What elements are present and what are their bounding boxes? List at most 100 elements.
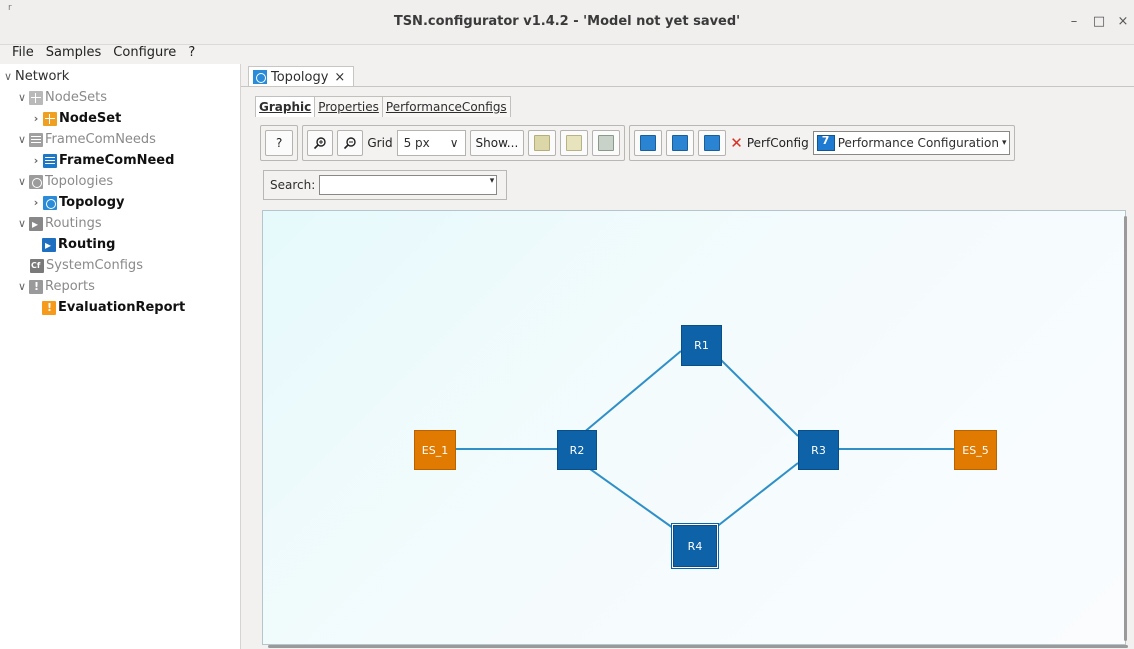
minimize-button[interactable]: – <box>1064 12 1084 32</box>
menu-samples[interactable]: Samples <box>38 44 106 62</box>
node-r1[interactable]: R1 <box>681 325 722 366</box>
help-button[interactable]: ? <box>265 130 294 156</box>
link-r1-r3[interactable] <box>719 358 799 437</box>
layout-rows-button[interactable] <box>592 130 621 156</box>
tree-item-framecomneeds[interactable]: ∨ FrameComNeeds <box>16 130 156 150</box>
performance-config-value: Performance Configuration <box>837 136 999 150</box>
link-r2-r1[interactable] <box>575 350 682 440</box>
tab-topology[interactable]: Topology × <box>248 66 355 87</box>
routing-icon <box>42 235 56 255</box>
topology-canvas[interactable]: R1 R2 R3 R4 ES_1 ES_5 <box>262 210 1126 645</box>
menu-help[interactable]: ? <box>180 44 199 62</box>
node-es5[interactable]: ES_5 <box>954 430 997 470</box>
tree-item-network[interactable]: ∨ Network <box>2 67 69 87</box>
ms-icon <box>704 135 721 151</box>
graphic-toolbar: ? Grid 5 px ∨ Show... ✕ PerfConfig 7 Per… <box>260 125 1019 161</box>
close-button[interactable]: × <box>1113 12 1133 32</box>
tree-item-reports[interactable]: ∨ Reports <box>16 277 95 297</box>
chevron-down-icon[interactable]: ∨ <box>2 67 14 87</box>
vertical-scrollbar[interactable] <box>1124 216 1127 641</box>
nodeset-icon <box>43 112 57 126</box>
tree-item-systemconfigs[interactable]: SystemConfigs <box>30 256 143 276</box>
framecomneed-icon <box>29 133 43 147</box>
node-r2[interactable]: R2 <box>557 430 597 470</box>
tab-properties[interactable]: Properties <box>315 97 383 117</box>
tree-item-framecomneed[interactable]: › FrameComNeed <box>30 151 174 171</box>
tree-item-label: EvaluationReport <box>58 300 186 315</box>
zoom-in-icon <box>314 137 327 150</box>
ms-button[interactable] <box>698 130 727 156</box>
tree-item-label: Routings <box>45 216 102 231</box>
editor-subtabs: Graphic Properties PerformanceConfigs <box>255 96 511 117</box>
tab-performanceconfigs[interactable]: PerformanceConfigs <box>382 97 510 117</box>
tree-item-label: NodeSets <box>45 90 108 105</box>
grid-size-value: 5 px <box>403 136 430 150</box>
node-es1[interactable]: ES_1 <box>414 430 456 470</box>
maximize-button[interactable]: □ <box>1089 12 1109 32</box>
arrange-button[interactable] <box>634 130 663 156</box>
performance-config-select[interactable]: Performance Configuration ▾ <box>812 131 1011 155</box>
window-corner-mark: r <box>8 3 12 13</box>
arrange-icon <box>640 135 657 151</box>
topology-icon <box>43 196 57 210</box>
tree-item-label: Topologies <box>45 174 114 189</box>
tree-item-label: FrameComNeeds <box>45 132 156 147</box>
tree-item-label: Topology <box>59 195 125 210</box>
grid-size-select[interactable]: 5 px ∨ <box>396 130 466 156</box>
horizontal-scrollbar[interactable] <box>268 645 1128 648</box>
connect-icon <box>672 135 689 151</box>
connect-button[interactable] <box>666 130 695 156</box>
close-icon[interactable]: × <box>334 70 345 85</box>
menu-file[interactable]: File <box>0 44 38 62</box>
tree-item-label: SystemConfigs <box>46 258 143 273</box>
search-label: Search: <box>270 178 316 192</box>
chevron-right-icon[interactable]: › <box>30 109 42 129</box>
zoom-out-icon <box>344 137 357 150</box>
framecomneed-icon <box>43 154 57 168</box>
zoom-out-button[interactable] <box>337 130 364 156</box>
help-group: ? <box>260 125 299 161</box>
grid-label: Grid <box>367 136 393 150</box>
chevron-down-icon: ∨ <box>449 136 459 150</box>
tab-divider <box>241 86 1134 87</box>
chevron-down-icon[interactable]: ∨ <box>16 130 28 150</box>
delete-icon[interactable]: ✕ <box>730 134 743 152</box>
tab-graphic[interactable]: Graphic <box>256 97 316 117</box>
tree-item-topology[interactable]: › Topology <box>30 193 124 213</box>
chevron-down-icon[interactable]: ∨ <box>16 214 28 234</box>
tree-item-nodeset[interactable]: › NodeSet <box>30 109 121 129</box>
layout-grid-button[interactable] <box>528 130 557 156</box>
dropdown-arrow-icon[interactable]: ▾ <box>490 176 495 186</box>
nodeset-icon <box>29 91 43 105</box>
link-r4-r3[interactable] <box>714 462 799 529</box>
tree-item-topologies[interactable]: ∨ Topologies <box>16 172 113 192</box>
tree-item-routings[interactable]: ∨ Routings <box>16 214 102 234</box>
node-r3[interactable]: R3 <box>798 430 839 470</box>
title-bar: r TSN.configurator v1.4.2 - 'Model not y… <box>0 0 1134 45</box>
menu-configure[interactable]: Configure <box>105 44 180 62</box>
chevron-down-icon[interactable]: ∨ <box>16 88 28 108</box>
perfconfig-label: PerfConfig <box>746 136 809 150</box>
tree-item-nodesets[interactable]: ∨ NodeSets <box>16 88 107 108</box>
chevron-right-icon[interactable]: › <box>30 193 42 213</box>
dropdown-arrow-icon: ▾ <box>1001 138 1007 148</box>
tree-item-routing[interactable]: Routing <box>42 235 115 255</box>
node-r4[interactable]: R4 <box>673 525 717 567</box>
zoom-in-button[interactable] <box>307 130 334 156</box>
config-group: ✕ PerfConfig Performance Configuration ▾ <box>629 125 1016 161</box>
search-input[interactable]: ▾ <box>319 175 498 195</box>
tree-item-label: Routing <box>58 237 116 252</box>
view-group: Grid 5 px ∨ Show... <box>302 125 626 161</box>
chevron-down-icon[interactable]: ∨ <box>16 277 28 297</box>
show-button[interactable]: Show... <box>469 130 525 156</box>
layout-list-button[interactable] <box>560 130 589 156</box>
chevron-right-icon[interactable]: › <box>30 151 42 171</box>
systemconfig-icon <box>30 256 44 276</box>
menu-bar: File Samples Configure ? <box>0 44 1134 62</box>
network-tree: ∨ Network ∨ NodeSets › NodeSet ∨ FrameCo… <box>0 64 241 649</box>
tree-item-evaluationreport[interactable]: EvaluationReport <box>42 298 185 318</box>
search-bar: Search: ▾ <box>263 170 507 200</box>
chevron-down-icon[interactable]: ∨ <box>16 172 28 192</box>
link-layer <box>454 350 954 529</box>
topology-icon <box>253 70 267 84</box>
